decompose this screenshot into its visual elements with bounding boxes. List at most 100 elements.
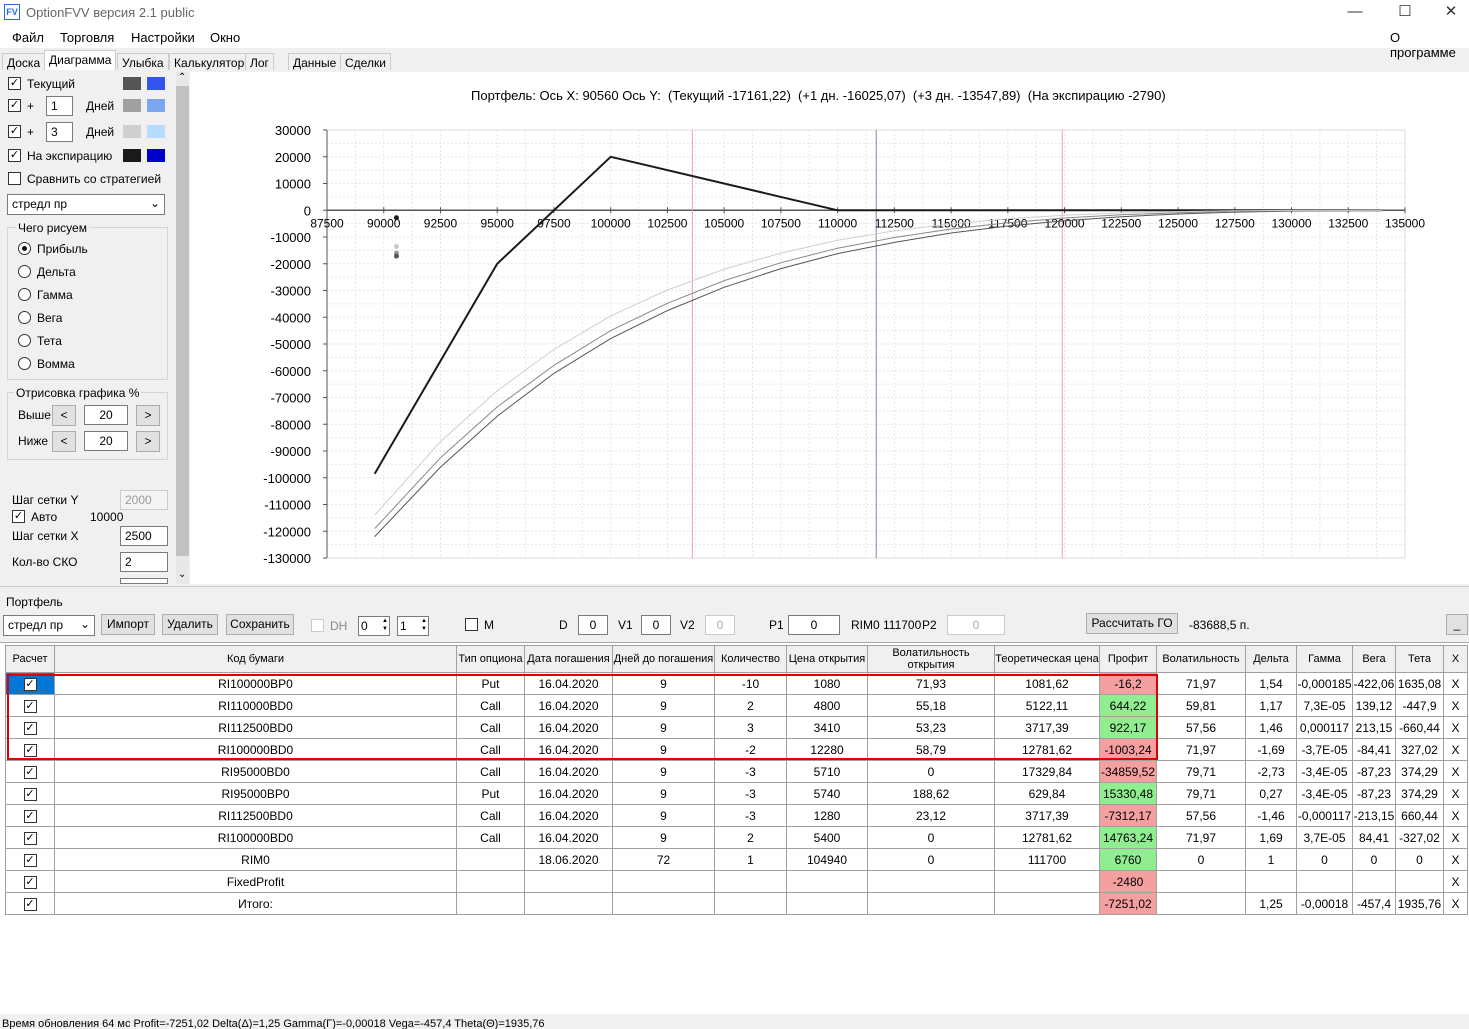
table-row[interactable]: ✓ RI112500BD0 Call 16.04.2020 9 -3 1280 23,12 37…	[5, 804, 1468, 827]
calc-margin-button[interactable]: Рассчитать ГО	[1086, 613, 1178, 634]
below-decrease-button[interactable]: <	[52, 431, 76, 452]
remove-row-button[interactable]: X	[1443, 848, 1468, 871]
calc-checkbox[interactable]: ✓	[23, 787, 37, 801]
tab-smile[interactable]: Улыбка	[117, 53, 169, 70]
remove-row-button[interactable]: X	[1443, 804, 1468, 827]
col-days[interactable]: Дней до погашения	[612, 645, 715, 673]
col-date[interactable]: Дата погашения	[524, 645, 613, 673]
remove-row-button[interactable]: X	[1443, 694, 1468, 717]
p2-input[interactable]: 0	[947, 615, 1005, 635]
calc-cell[interactable]: ✓	[5, 672, 55, 695]
tab-board[interactable]: Доска	[2, 53, 46, 70]
draw-theta-radio[interactable]	[18, 334, 31, 347]
compare-checkbox[interactable]	[8, 172, 21, 185]
strategy-select[interactable]: стредл пр ⌄	[7, 194, 165, 215]
table-row[interactable]: ✓ RI95000BD0 Call 16.04.2020 9 -3 5710 0 17329,8…	[5, 760, 1468, 783]
calc-cell[interactable]: ✓	[5, 848, 55, 871]
table-row[interactable]: ✓ RI100000BP0 Put 16.04.2020 9 -10 1080 71,93 10…	[5, 672, 1468, 695]
table-row[interactable]: ✓ RI110000BD0 Call 16.04.2020 9 2 4800 55,18 512…	[5, 694, 1468, 717]
table-row[interactable]: ✓ RIM0 18.06.2020 72 1 104940 0 111700 6760 0 1 0 0 0…	[5, 848, 1468, 871]
plus3-color-swatch-2[interactable]	[147, 125, 165, 138]
calc-cell[interactable]: ✓	[5, 738, 55, 761]
remove-row-button[interactable]: X	[1443, 870, 1468, 893]
table-row[interactable]: ✓ Итого: -7251,02 1,25 -0,00018 -457,4 1935,76…	[5, 892, 1468, 915]
col-gamma[interactable]: Гамма	[1296, 645, 1353, 673]
d-input[interactable]: 0	[578, 615, 608, 635]
expiry-color-swatch-2[interactable]	[147, 149, 165, 162]
above-decrease-button[interactable]: <	[52, 405, 76, 426]
calc-cell[interactable]: ✓	[5, 694, 55, 717]
plus3-color-swatch[interactable]	[123, 125, 141, 138]
calc-cell[interactable]: ✓	[5, 760, 55, 783]
calc-checkbox[interactable]: ✓	[23, 809, 37, 823]
above-input[interactable]: 20	[84, 405, 128, 425]
remove-row-button[interactable]: X	[1443, 760, 1468, 783]
calc-checkbox[interactable]: ✓	[23, 677, 37, 691]
spin-down-icon[interactable]: ▼	[421, 625, 427, 633]
calc-checkbox[interactable]: ✓	[23, 897, 37, 911]
remove-row-button[interactable]: X	[1443, 826, 1468, 849]
col-code[interactable]: Код бумаги	[54, 645, 457, 673]
calc-cell[interactable]: ✓	[5, 716, 55, 739]
calc-cell[interactable]: ✓	[5, 782, 55, 805]
col-price[interactable]: Цена открытия	[786, 645, 868, 673]
spin-up-icon[interactable]: ▲	[382, 617, 388, 625]
remove-row-button[interactable]: X	[1443, 716, 1468, 739]
plus1-checkbox[interactable]: ✓	[8, 99, 21, 112]
v1-input[interactable]: 0	[641, 615, 671, 635]
delete-button[interactable]: Удалить	[162, 614, 218, 635]
calc-checkbox[interactable]: ✓	[23, 853, 37, 867]
col-qty[interactable]: Количество	[714, 645, 787, 673]
dh-checkbox[interactable]	[311, 619, 324, 632]
minimize-panel-button[interactable]: _	[1446, 614, 1468, 635]
remove-row-button[interactable]: X	[1443, 738, 1468, 761]
current-color-swatch-2[interactable]	[147, 77, 165, 90]
draw-vomma-radio[interactable]	[18, 357, 31, 370]
sko-input[interactable]: 2	[120, 552, 168, 572]
grid-x-input[interactable]: 2500	[120, 526, 168, 546]
expiry-color-swatch[interactable]	[123, 149, 141, 162]
col-theor[interactable]: Теоретическая цена	[994, 645, 1100, 673]
payoff-chart[interactable]: 87500 90000 92500 95000 97500 100000 102500 105…	[190, 72, 1469, 584]
table-row[interactable]: ✓ RI100000BD0 Call 16.04.2020 9 -2 12280 58,79 1…	[5, 738, 1468, 761]
calc-cell[interactable]: ✓	[5, 804, 55, 827]
plus1-days-input[interactable]: 1	[46, 96, 73, 116]
expiry-checkbox[interactable]: ✓	[8, 149, 21, 162]
menu-file[interactable]: Файл	[12, 30, 44, 45]
tab-log[interactable]: Лог	[245, 53, 274, 70]
save-button[interactable]: Сохранить	[226, 614, 294, 635]
table-row[interactable]: ✓ RI95000BP0 Put 16.04.2020 9 -3 5740 188,62 629…	[5, 782, 1468, 805]
draw-delta-radio[interactable]	[18, 265, 31, 278]
col-type[interactable]: Тип опциона	[456, 645, 525, 673]
tab-calculator[interactable]: Калькулятор	[169, 53, 250, 70]
calc-cell[interactable]: ✓	[5, 870, 55, 893]
col-vol[interactable]: Волатильность	[1156, 645, 1246, 673]
table-row[interactable]: ✓ RI112500BD0 Call 16.04.2020 9 3 3410 53,23 371…	[5, 716, 1468, 739]
tab-diagram[interactable]: Диаграмма	[44, 50, 117, 70]
minimize-button[interactable]: —	[1332, 0, 1378, 26]
scrollbar-thumb[interactable]	[176, 86, 189, 556]
table-row[interactable]: ✓ RI100000BD0 Call 16.04.2020 9 2 5400 0 12781,6…	[5, 826, 1468, 849]
calc-checkbox[interactable]: ✓	[23, 721, 37, 735]
current-color-swatch[interactable]	[123, 77, 141, 90]
import-button[interactable]: Импорт	[101, 614, 155, 635]
maximize-button[interactable]: ☐	[1382, 0, 1428, 26]
plus1-color-swatch-2[interactable]	[147, 99, 165, 112]
below-increase-button[interactable]: >	[136, 431, 160, 452]
plus3-checkbox[interactable]: ✓	[8, 125, 21, 138]
draw-profit-radio[interactable]	[18, 242, 31, 255]
calc-checkbox[interactable]: ✓	[23, 699, 37, 713]
scroll-up-icon[interactable]: ⌃	[178, 72, 186, 83]
calc-cell[interactable]: ✓	[5, 892, 55, 915]
left-panel-scrollbar[interactable]: ⌃ ⌄	[176, 72, 189, 584]
current-checkbox[interactable]: ✓	[8, 77, 21, 90]
grid-y-input[interactable]: 2000	[120, 490, 168, 510]
auto-checkbox[interactable]: ✓	[12, 510, 25, 523]
draw-vega-radio[interactable]	[18, 311, 31, 324]
col-delta[interactable]: Дельта	[1245, 645, 1297, 673]
tab-deals[interactable]: Сделки	[340, 53, 391, 70]
portfolio-select[interactable]: стредл пр ⌄	[3, 615, 95, 636]
menu-trading[interactable]: Торговля	[60, 30, 114, 45]
plus1-color-swatch[interactable]	[123, 99, 141, 112]
remove-row-button[interactable]: X	[1443, 672, 1468, 695]
